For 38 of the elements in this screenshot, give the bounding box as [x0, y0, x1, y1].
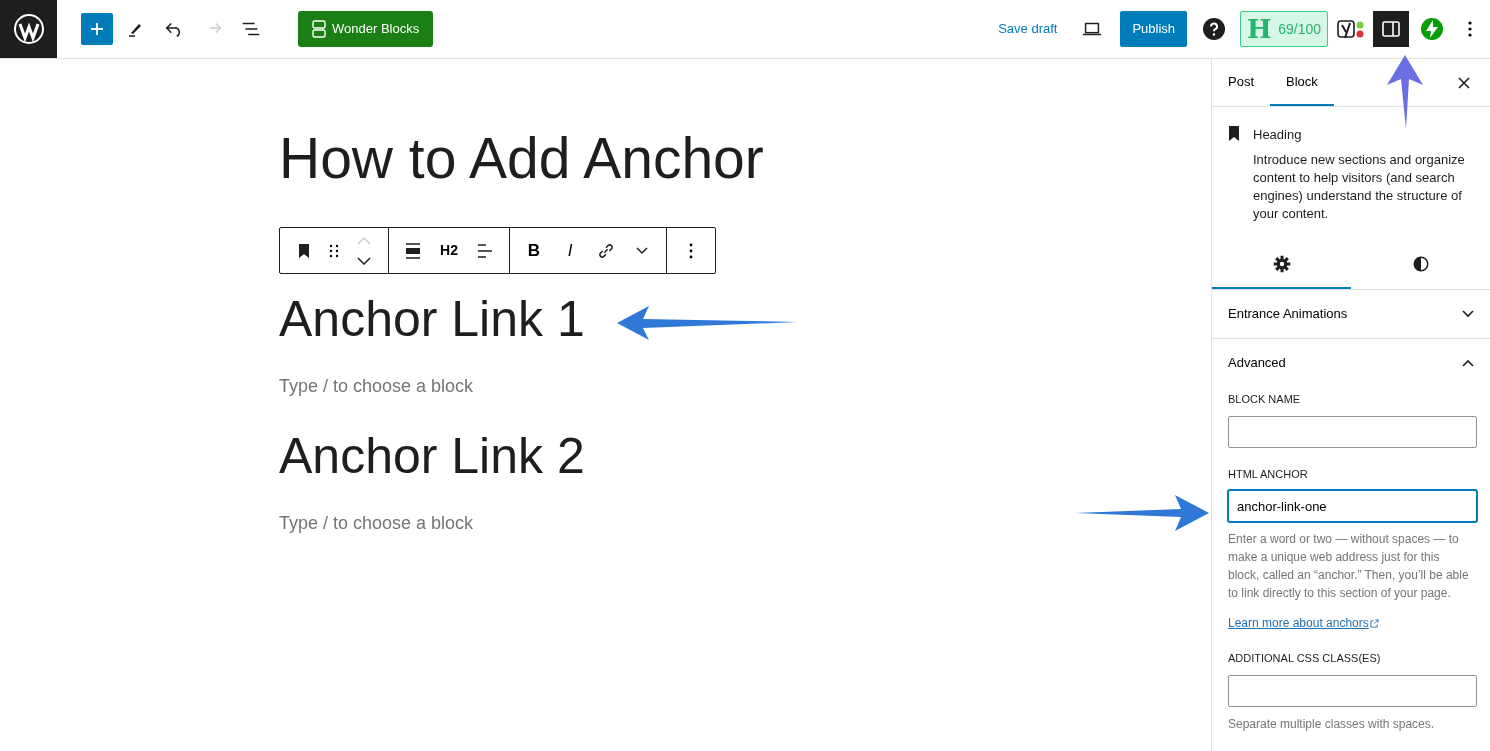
wonder-blocks-button[interactable]: Wonder Blocks — [297, 11, 434, 47]
help-text: Separate multiple classes with spaces. — [1228, 715, 1436, 733]
heading-level-button[interactable]: H2 — [431, 228, 467, 273]
post-title[interactable]: How to Add Anchor — [279, 123, 839, 193]
block-description: Introduce new sections and organize content to help visitors (and search engines) understand the structure of your content. — [1253, 151, 1466, 223]
external-link-icon — [1369, 619, 1379, 629]
gear-icon — [1272, 254, 1291, 273]
field-label: ADDITIONAL CSS CLASS(ES) — [1228, 651, 1382, 666]
add-block-button[interactable] — [81, 13, 113, 45]
text-field[interactable] — [1228, 415, 1477, 448]
help-text: Enter a word or two — without spaces — to make a unique web address just for this block, called an “anchor.” Then, you’ll be able to link directly to this section of your page. — [1228, 531, 1470, 602]
italic-button[interactable]: I — [552, 228, 588, 273]
learn-more-link[interactable]: Learn more about anchors — [1228, 614, 1379, 632]
chevron-up-icon — [1462, 359, 1474, 367]
sidebar-toggle-button[interactable] — [1373, 11, 1409, 47]
chevron-down-icon — [1462, 310, 1474, 318]
panel-header[interactable]: Entrance Animations — [1212, 290, 1490, 338]
sidebar-tab[interactable]: Block — [1270, 59, 1334, 106]
text-field[interactable] — [1228, 674, 1477, 707]
block-title: Heading — [1253, 126, 1303, 144]
contrast-icon — [1411, 254, 1430, 273]
heading-block[interactable]: Anchor Link 1 — [279, 289, 1211, 349]
plus-icon — [89, 21, 105, 37]
field-label: HTML ANCHOR — [1228, 466, 1309, 482]
blocks-icon — [311, 20, 326, 38]
block-placeholder[interactable]: Type / to choose a block — [279, 373, 1211, 400]
bookmark-icon — [1228, 126, 1240, 141]
heading-block[interactable]: Anchor Link 2 — [279, 426, 1211, 486]
wordpress-logo[interactable] — [0, 0, 57, 58]
sidebar-icon — [1381, 19, 1401, 40]
publish-button[interactable]: Publish — [1120, 11, 1188, 47]
field-label: BLOCK NAME — [1228, 392, 1302, 407]
text-field[interactable]: anchor-link-one — [1228, 490, 1477, 522]
sidebar-tab[interactable]: Post — [1212, 59, 1270, 106]
save-draft-button[interactable]: Save draft — [992, 18, 1064, 40]
bold-button[interactable]: B — [516, 228, 552, 273]
block-placeholder[interactable]: Type / to choose a block — [279, 510, 1211, 537]
panel-header[interactable]: Advanced — [1212, 339, 1490, 387]
